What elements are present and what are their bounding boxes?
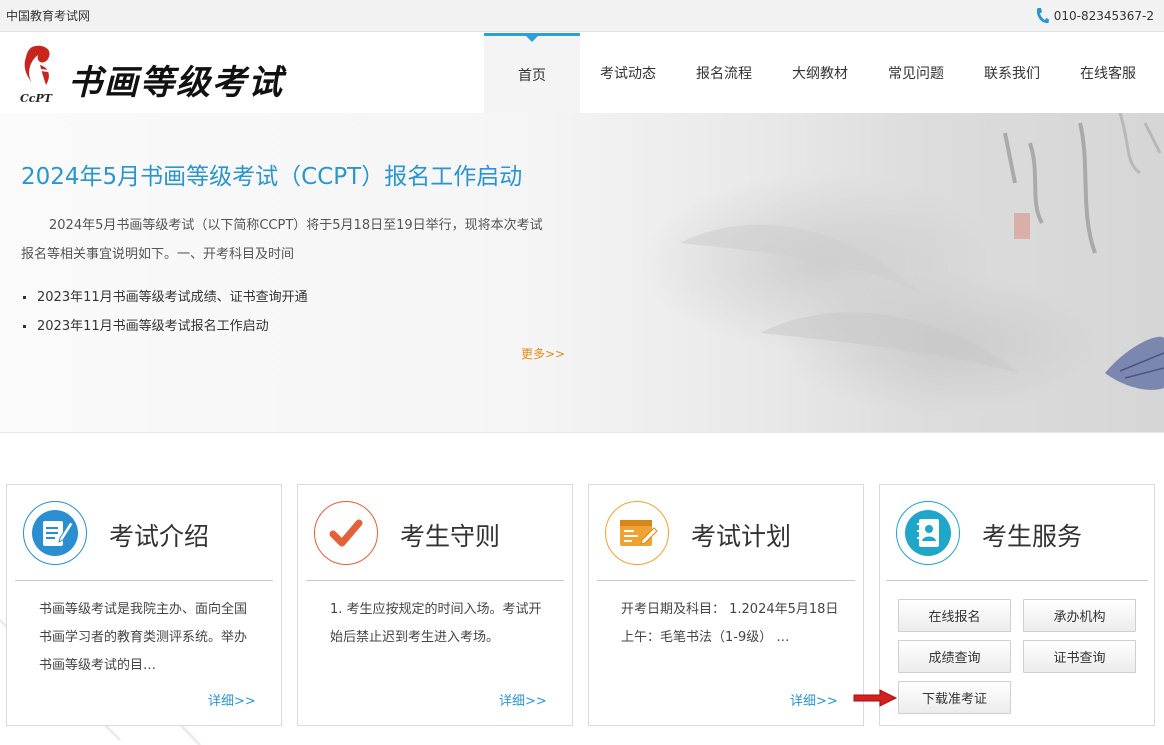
card-body: 1. 考生应按规定的时间入场。考试开始后禁止迟到考生进入考场。 [330,602,542,645]
score-query-button[interactable]: 成绩查询 [898,640,1011,673]
card-divider [306,580,564,581]
red-arrow-icon [853,689,898,707]
detail-link[interactable]: 详细>> [208,690,256,709]
top-bar: 中国教育考试网 010-82345367-2 [0,0,1164,32]
header: CcPT 书画等级考试 首页 考试动态 报名流程 大纲教材 常见问题 联系我们 … [0,33,1164,113]
hero-banner: 2024年5月书画等级考试（CCPT）报名工作启动 2024年5月书画等级考试（… [0,113,1164,433]
card-title: 考生服务 [982,522,1083,551]
logo-brush-icon [24,45,50,85]
site-logo[interactable]: CcPT 书画等级考试 [18,43,282,107]
certificate-query-button[interactable]: 证书查询 [1023,640,1136,673]
logo-name: 书画等级考试 [68,63,284,103]
more-link[interactable]: 更多>> [521,345,565,362]
site-name-link[interactable]: 中国教育考试网 [6,7,90,24]
card-title: 考生守则 [400,522,501,551]
card-divider [886,580,1148,581]
nav-syllabus[interactable]: 大纲教材 [772,33,868,113]
card-body: 书画等级考试是我院主办、面向全国书画学习者的教育类测评系统。举办书画等级考试的目… [39,602,248,673]
card-exam-plan: 考试计划 开考日期及科目： 1.2024年5月18日 上午：毛笔书法（1-9级）… [588,484,864,726]
news-list: 2023年11月书画等级考试成绩、证书查询开通 2023年11月书画等级考试报名… [21,283,308,341]
nav-exam-news[interactable]: 考试动态 [580,33,676,113]
contacts-book-icon [896,501,960,565]
nav-online-service[interactable]: 在线客服 [1060,33,1156,113]
news-item[interactable]: 2023年11月书画等级考试成绩、证书查询开通 [21,283,308,312]
nav-home[interactable]: 首页 [484,33,580,113]
ink-painting-decoration [640,113,1164,413]
card-body: 开考日期及科目： 1.2024年5月18日 上午：毛笔书法（1-9级） … [621,602,839,645]
card-divider [597,580,855,581]
phone-number: 010-82345367-2 [1053,9,1154,23]
card-title: 考试计划 [691,522,792,551]
organizer-button[interactable]: 承办机构 [1023,599,1136,632]
download-admission-ticket-button[interactable]: 下载准考证 [898,681,1011,714]
nav-registration-process[interactable]: 报名流程 [676,33,772,113]
card-candidate-services: 考生服务 在线报名 承办机构 成绩查询 证书查询 下载准考证 [879,484,1155,726]
document-edit-icon [23,501,87,565]
logo-ccpt-text: CcPT [20,92,52,105]
card-exam-intro: 考试介绍 书画等级考试是我院主办、面向全国书画学习者的教育类测评系统。举办书画等… [6,484,282,726]
banner-headline[interactable]: 2024年5月书画等级考试（CCPT）报名工作启动 [21,157,522,191]
detail-link[interactable]: 详细>> [499,690,547,709]
checkmark-icon [314,501,378,565]
nav-faq[interactable]: 常见问题 [868,33,964,113]
card-divider [15,580,273,581]
banner-summary: 2024年5月书画等级考试（以下简称CCPT）将于5月18日至19日举行，现将本… [21,218,543,262]
phone-contact: 010-82345367-2 [1035,7,1154,25]
nav-contact[interactable]: 联系我们 [964,33,1060,113]
online-registration-button[interactable]: 在线报名 [898,599,1011,632]
card-candidate-rules: 考生守则 1. 考生应按规定的时间入场。考试开始后禁止迟到考生进入考场。 详细>… [297,484,573,726]
calendar-edit-icon [605,501,669,565]
phone-icon [1036,8,1049,24]
main-nav: 首页 考试动态 报名流程 大纲教材 常见问题 联系我们 在线客服 [484,33,1156,113]
card-title: 考试介绍 [109,522,210,551]
detail-link[interactable]: 详细>> [790,690,838,709]
logo-mark: CcPT [18,43,62,105]
news-item[interactable]: 2023年11月书画等级考试报名工作启动 [21,312,308,341]
